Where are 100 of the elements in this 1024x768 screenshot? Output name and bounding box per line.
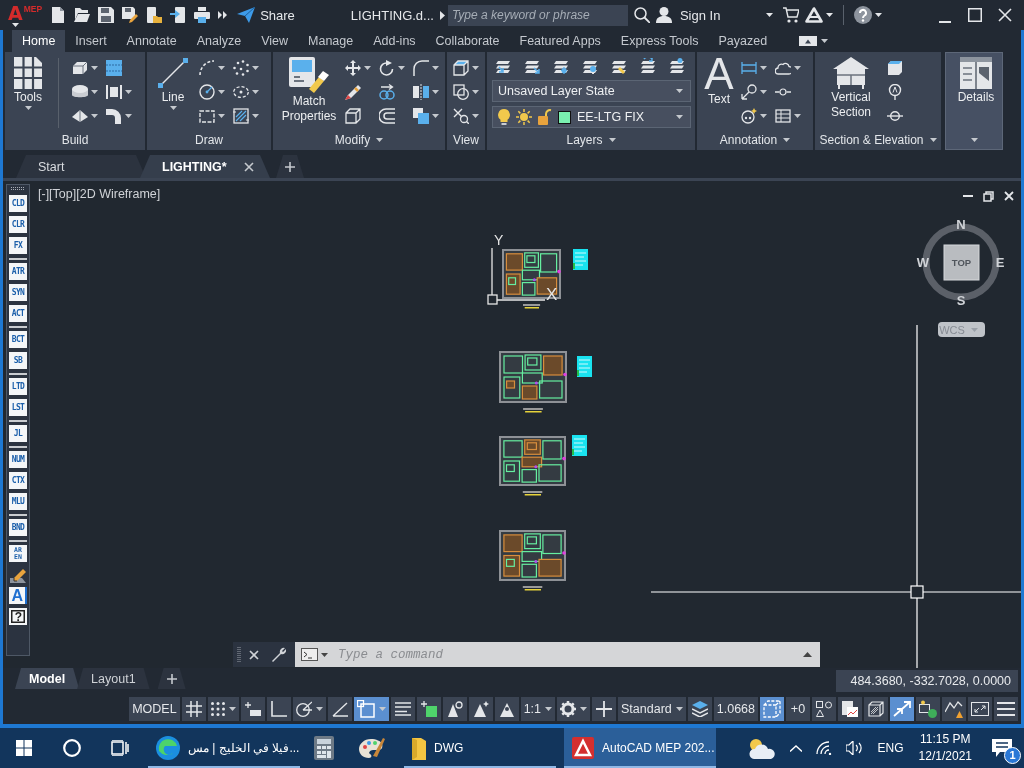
view-button[interactable] xyxy=(452,57,480,79)
annotation-scale-button[interactable]: 1:1 xyxy=(520,697,556,721)
annotation-scale-button[interactable] xyxy=(494,697,519,721)
ribbon-tab[interactable]: Add-ins xyxy=(363,30,426,52)
view-cube-face[interactable]: TOP xyxy=(943,244,980,281)
compass-direction-label[interactable]: N xyxy=(956,217,966,232)
palette-tool-button[interactable]: MLU xyxy=(9,493,27,510)
clock-button[interactable]: 11:15 PM 12/1/2021 xyxy=(910,728,980,768)
vertical-section-button[interactable]: Vertical Section xyxy=(820,52,882,120)
ribbon-tab[interactable]: Payazed xyxy=(708,30,778,52)
hatch-button[interactable] xyxy=(232,105,260,127)
command-input[interactable]: Type a command xyxy=(332,642,795,667)
palette-tool-button[interactable]: CLR xyxy=(9,216,27,233)
sign-in-button[interactable]: Sign In xyxy=(655,3,721,27)
viewport-restore-button[interactable] xyxy=(983,190,994,202)
ribbon-tab[interactable]: Home xyxy=(12,30,66,52)
layout-tab[interactable]: Layout1 xyxy=(77,668,150,689)
text-button[interactable]: AText xyxy=(702,52,736,107)
viewport-control[interactable]: [-] xyxy=(38,187,50,201)
palette-tool-button[interactable]: ? xyxy=(9,608,27,625)
ribbon-tab[interactable]: Featured Apps xyxy=(509,30,611,52)
ortho-button[interactable] xyxy=(266,697,291,721)
model-space-button[interactable]: MODEL xyxy=(129,697,180,721)
share-button[interactable]: Share xyxy=(237,7,295,23)
scale-value-button[interactable]: 1.0668 xyxy=(713,697,758,721)
palette-tool-button[interactable]: A xyxy=(9,587,27,604)
palette-tool-button[interactable]: CTX xyxy=(9,472,27,489)
compass-direction-label[interactable]: S xyxy=(956,293,966,308)
isometric-button[interactable] xyxy=(327,697,352,721)
move-button[interactable] xyxy=(344,57,372,79)
polar-button[interactable] xyxy=(292,697,326,721)
warning-button[interactable] xyxy=(942,697,966,721)
ribbon-tab[interactable]: Manage xyxy=(298,30,364,52)
ribbon-tab[interactable]: Analyze xyxy=(186,30,252,52)
line-button[interactable]: Line xyxy=(152,52,194,110)
marker-button[interactable] xyxy=(886,81,904,103)
palette-tool-button[interactable]: BCT xyxy=(9,331,27,348)
lineweight-button[interactable] xyxy=(390,697,415,721)
viewport-control[interactable]: [2D Wireframe] xyxy=(76,187,161,201)
isolate-button[interactable] xyxy=(760,697,784,721)
palette-tool-button[interactable]: JL xyxy=(9,425,27,442)
new-layout-button[interactable] xyxy=(157,668,186,689)
command-history-button[interactable] xyxy=(295,642,332,667)
palette-tool-button[interactable]: ATR xyxy=(9,263,27,280)
panel-title-button[interactable]: Annotation xyxy=(719,131,791,149)
compass-direction-label[interactable]: W xyxy=(916,255,930,270)
snap-button[interactable] xyxy=(207,697,239,721)
tools-button[interactable]: Tools xyxy=(10,52,46,110)
annotation-autoscale-button[interactable] xyxy=(468,697,493,721)
properties-button[interactable] xyxy=(812,697,836,721)
customization-button[interactable] xyxy=(994,697,1018,721)
spline-button[interactable] xyxy=(232,57,260,79)
clean-screen-button[interactable] xyxy=(916,697,940,721)
search-field[interactable]: Type a keyword or phrase xyxy=(447,4,628,26)
ribbon-tab[interactable]: Express Tools xyxy=(610,30,709,52)
ribbon-tab[interactable]: Collaborate xyxy=(425,30,510,52)
text-style-button[interactable]: Standard xyxy=(618,697,686,721)
notifications-button[interactable]: 1 xyxy=(980,728,1024,768)
input-language-button[interactable]: ENG xyxy=(870,728,911,768)
leader-button[interactable] xyxy=(740,81,768,103)
grip-handle[interactable] xyxy=(237,646,241,663)
palette-tool-button[interactable]: CLD xyxy=(9,195,27,212)
transparency-button[interactable] xyxy=(416,697,441,721)
match-properties-button[interactable]: Match Properties xyxy=(278,52,340,124)
panel-title-button[interactable]: Layers xyxy=(566,131,616,149)
hatch-box-button[interactable] xyxy=(864,697,888,721)
taskbar-app-button[interactable]: فيلا في الخليج | مس... xyxy=(148,728,300,768)
annotation-monitor-button[interactable] xyxy=(592,697,617,721)
close-icon[interactable] xyxy=(244,161,254,172)
layer-state-dropdown[interactable]: Unsaved Layer State xyxy=(492,80,691,102)
palette-tool-button[interactable]: BND xyxy=(9,519,27,536)
acceleration-button[interactable] xyxy=(890,697,914,721)
palette-tool-button[interactable]: FX xyxy=(9,237,27,254)
palette-tool-button[interactable]: ACT xyxy=(9,305,27,322)
rotate-button[interactable] xyxy=(378,57,406,79)
layout-tab[interactable]: Model xyxy=(15,668,80,689)
scale-button[interactable] xyxy=(412,105,440,127)
document-button[interactable] xyxy=(838,697,862,721)
shapes-button[interactable] xyxy=(452,81,480,103)
circle-button[interactable] xyxy=(198,81,226,103)
ribbon-tab[interactable]: View xyxy=(251,30,298,52)
palette-tool-button[interactable]: LTD xyxy=(9,378,27,395)
panel-title-button[interactable]: Modify xyxy=(334,131,384,149)
ribbon-tab[interactable]: Annotate xyxy=(116,30,187,52)
taskbar-app-button[interactable]: DWG xyxy=(404,728,556,768)
offset-value-button[interactable]: +0 xyxy=(786,697,810,721)
units-button[interactable] xyxy=(687,697,712,721)
document-tab[interactable]: LIGHTING* xyxy=(140,155,270,178)
new-tab-button[interactable] xyxy=(276,155,304,178)
command-expand-button[interactable] xyxy=(795,642,820,667)
palette-tool-button[interactable]: SYN xyxy=(9,284,27,301)
infer-button[interactable] xyxy=(240,697,265,721)
palette-tool-button[interactable]: NUM xyxy=(9,451,27,468)
palette-tool-button[interactable]: LST xyxy=(9,399,27,416)
palette-tool-button[interactable]: SB xyxy=(9,352,27,369)
help-button[interactable] xyxy=(854,3,883,27)
mirror-button[interactable] xyxy=(412,81,440,103)
viewport-control[interactable]: [Top] xyxy=(49,187,77,201)
workspace-button[interactable] xyxy=(557,697,591,721)
grip-handle[interactable] xyxy=(11,187,25,190)
